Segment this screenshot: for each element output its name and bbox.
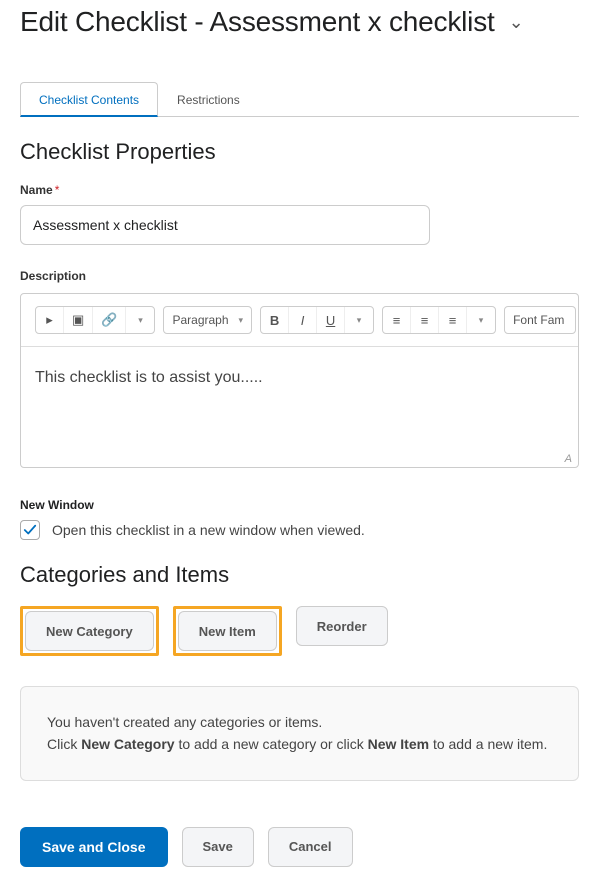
new-window-label: New Window <box>20 498 579 512</box>
name-input[interactable] <box>20 205 430 245</box>
editor-resize-icon[interactable]: A <box>565 453 572 465</box>
insert-link-icon[interactable]: 🔗 <box>93 307 126 333</box>
editor-toolbar: ▸ ▣ 🔗 ▾ Paragraph▾ B I U ▾ ≡ <box>21 294 578 347</box>
insert-media-icon[interactable]: ▸ <box>36 307 64 333</box>
insert-image-icon[interactable]: ▣ <box>64 307 93 333</box>
align-center-icon[interactable]: ≡ <box>411 307 439 333</box>
underline-button[interactable]: U <box>317 307 345 333</box>
highlight-new-category: New Category <box>20 606 159 656</box>
new-window-checkbox-label: Open this checklist in a new window when… <box>52 522 365 538</box>
tabs: Checklist Contents Restrictions <box>20 82 579 117</box>
editor-content[interactable]: This checklist is to assist you..... A <box>21 347 578 467</box>
cancel-button[interactable]: Cancel <box>268 827 353 867</box>
description-label: Description <box>20 269 579 283</box>
reorder-button[interactable]: Reorder <box>296 606 388 646</box>
save-button[interactable]: Save <box>182 827 254 867</box>
tab-restrictions[interactable]: Restrictions <box>158 82 259 116</box>
insert-more-dropdown[interactable]: ▾ <box>126 307 154 333</box>
save-and-close-button[interactable]: Save and Close <box>20 827 168 867</box>
rich-text-editor: ▸ ▣ 🔗 ▾ Paragraph▾ B I U ▾ ≡ <box>20 293 579 468</box>
categories-heading: Categories and Items <box>20 562 579 588</box>
page-title: Edit Checklist - Assessment x checklist <box>20 6 495 38</box>
font-family-dropdown[interactable]: Font Fam <box>505 307 575 333</box>
title-dropdown-icon[interactable]: ⌄ <box>509 12 524 33</box>
name-label: Name* <box>20 183 579 197</box>
align-left-icon[interactable]: ≡ <box>383 307 411 333</box>
paragraph-dropdown[interactable]: Paragraph▾ <box>164 307 251 333</box>
highlight-new-item: New Item <box>173 606 282 656</box>
list-icon[interactable]: ≡ <box>439 307 467 333</box>
new-item-button[interactable]: New Item <box>178 611 277 651</box>
new-window-checkbox[interactable] <box>20 520 40 540</box>
empty-state-info: You haven't created any categories or it… <box>20 686 579 781</box>
tab-contents[interactable]: Checklist Contents <box>20 82 158 117</box>
bold-button[interactable]: B <box>261 307 289 333</box>
properties-heading: Checklist Properties <box>20 139 579 165</box>
italic-button[interactable]: I <box>289 307 317 333</box>
list-dropdown[interactable]: ▾ <box>467 307 495 333</box>
new-category-button[interactable]: New Category <box>25 611 154 651</box>
text-format-dropdown[interactable]: ▾ <box>345 307 373 333</box>
